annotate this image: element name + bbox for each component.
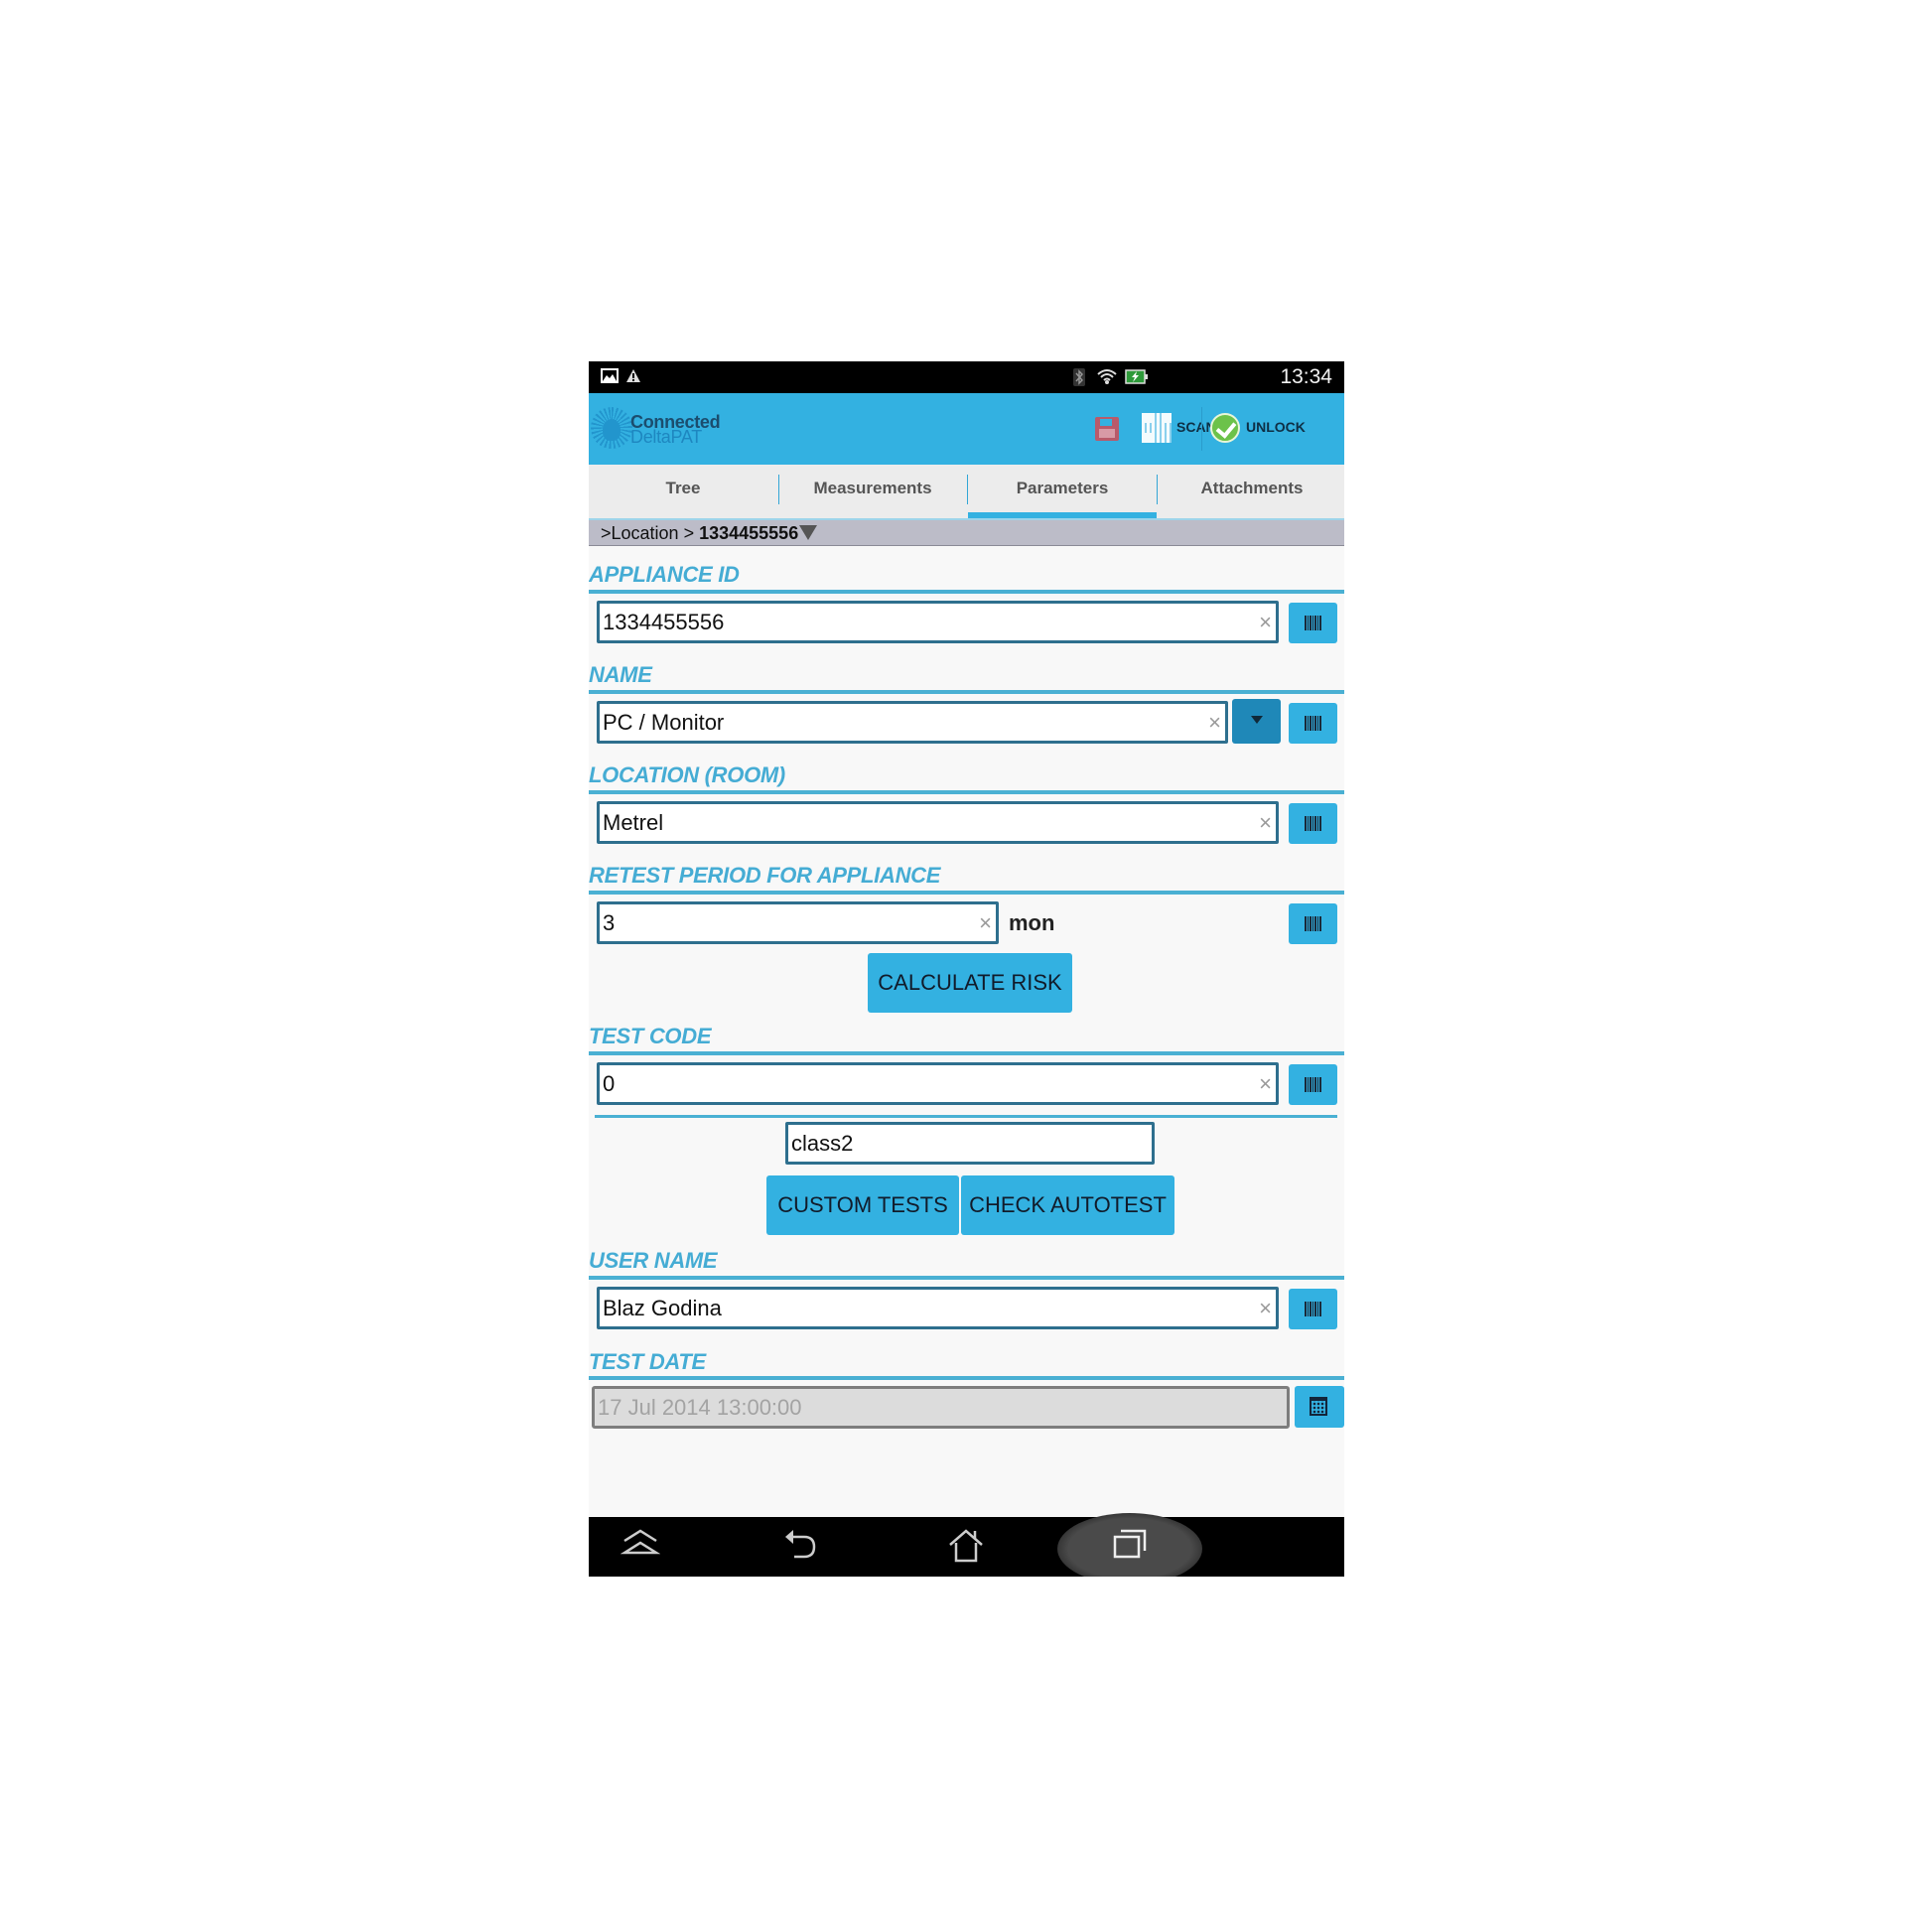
user-name-value: Blaz Godina [603,1296,722,1320]
section-divider [589,1276,1344,1280]
tab-tree[interactable]: Tree [589,465,777,518]
dropdown-arrow-icon[interactable] [799,525,818,540]
calculate-risk-button[interactable]: CALCULATE RISK [868,953,1072,1013]
status-bar: 13:34 [589,361,1344,393]
appliance-id-value: 1334455556 [603,610,725,634]
name-label: NAME [589,662,652,687]
name-value: PC / Monitor [603,710,725,735]
location-input[interactable]: Metrel × [597,801,1279,844]
section-divider [589,1376,1344,1380]
tab-parameters[interactable]: Parameters [968,465,1157,518]
check-icon [1210,413,1240,443]
barcode-icon [1305,716,1322,731]
back-icon[interactable] [782,1527,818,1563]
scan-retest-button[interactable] [1289,903,1337,944]
user-name-label: USER NAME [589,1248,718,1273]
home-icon[interactable] [946,1527,986,1565]
calendar-icon [1310,1397,1327,1416]
scan-name-button[interactable] [1289,703,1337,744]
name-input[interactable]: PC / Monitor × [597,701,1228,744]
clear-icon[interactable]: × [1259,1065,1272,1102]
custom-tests-button[interactable]: CUSTOM TESTS [766,1175,959,1235]
section-divider [595,1115,1337,1118]
active-tab-indicator [968,512,1157,518]
clear-icon[interactable]: × [1259,804,1272,841]
scan-appliance-id-button[interactable] [1289,603,1337,643]
appliance-id-input[interactable]: 1334455556 × [597,601,1279,643]
tab-measurements[interactable]: Measurements [778,465,967,518]
tablet-screen: 13:34 Connected DeltaPAT SCAN UNLOCK Tre… [589,361,1344,1577]
test-date-label: TEST DATE [589,1349,706,1374]
logo-text-line2: DeltaPAT [630,427,702,447]
breadcrumb[interactable]: >Location > 1334455556 [589,520,1344,546]
test-code-value: 0 [603,1071,616,1096]
scan-user-name-button[interactable] [1289,1289,1337,1329]
section-divider [589,690,1344,694]
warning-notification-icon [626,369,640,382]
section-divider [589,1051,1344,1055]
wifi-icon [1097,369,1117,384]
clock: 13:34 [1280,365,1332,388]
gallery-notification-icon [601,368,619,383]
qr-code-icon [1142,413,1172,443]
appliance-id-label: APPLIANCE ID [589,562,740,587]
clear-icon[interactable]: × [1259,1290,1272,1326]
user-name-input[interactable]: Blaz Godina × [597,1287,1279,1329]
barcode-icon [1305,916,1322,931]
clear-icon[interactable]: × [979,904,992,941]
retest-unit: mon [1009,910,1055,935]
section-divider [589,891,1344,895]
barcode-icon [1305,816,1322,831]
class-value: class2 [791,1131,854,1156]
scan-test-code-button[interactable] [1289,1064,1337,1105]
navigation-bar [589,1513,1344,1577]
retest-period-value: 3 [603,910,616,935]
tab-bar: Tree Measurements Parameters Attachments [589,465,1344,520]
barcode-icon [1305,1077,1322,1092]
location-label: LOCATION (ROOM) [589,762,785,787]
class-input[interactable]: class2 [785,1122,1155,1165]
test-code-input[interactable]: 0 × [597,1062,1279,1105]
name-dropdown-button[interactable] [1232,699,1281,744]
test-code-label: TEST CODE [589,1024,712,1048]
recent-apps-icon[interactable] [1111,1527,1149,1561]
section-divider [589,790,1344,794]
battery-charging-icon [1125,369,1148,384]
retest-period-input[interactable]: 3 × [597,901,999,944]
breadcrumb-current: 1334455556 [699,523,799,543]
app-bar-divider [1201,407,1202,451]
tab-attachments[interactable]: Attachments [1158,465,1344,518]
barcode-icon [1305,616,1322,630]
barcode-icon [1305,1302,1322,1316]
date-picker-button[interactable] [1295,1386,1344,1428]
section-divider [589,590,1344,594]
app-bar: Connected DeltaPAT SCAN UNLOCK [589,393,1344,465]
unlock-label: UNLOCK [1246,419,1306,435]
location-value: Metrel [603,810,664,835]
save-icon[interactable] [1095,417,1119,441]
hide-keyboard-icon[interactable] [621,1527,660,1561]
check-autotest-button[interactable]: CHECK AUTOTEST [961,1175,1174,1235]
retest-period-label: RETEST PERIOD FOR APPLIANCE [589,863,941,888]
test-date-input: 17 Jul 2014 13:00:00 [592,1386,1290,1429]
clear-icon[interactable]: × [1259,604,1272,640]
scan-location-button[interactable] [1289,803,1337,844]
breadcrumb-prefix: >Location > [601,523,700,543]
bluetooth-icon [1073,368,1085,386]
clear-icon[interactable]: × [1208,704,1221,741]
logo-icon [591,407,632,449]
